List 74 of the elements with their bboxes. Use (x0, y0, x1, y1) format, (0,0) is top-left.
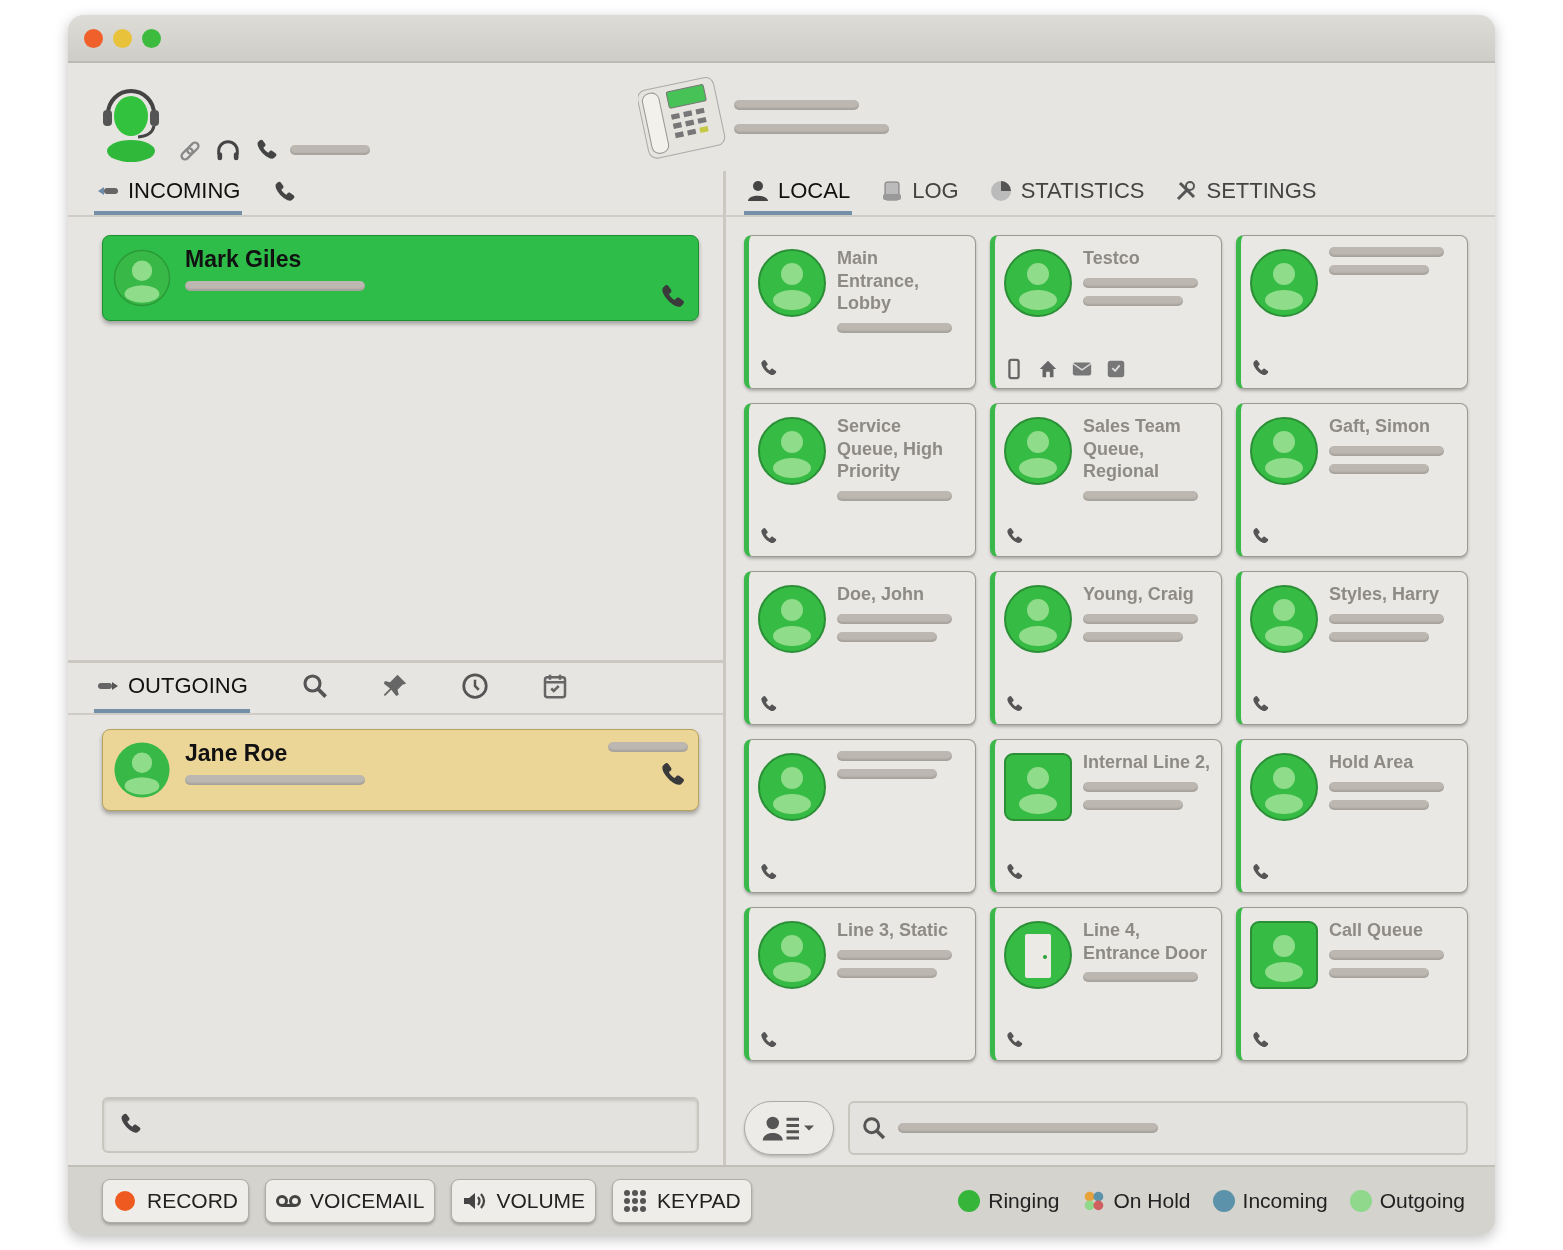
contact-tile[interactable]: Gaft, Simon (1236, 403, 1468, 557)
contact-avatar-icon (1003, 416, 1073, 486)
contact-avatar-icon (1249, 752, 1319, 822)
directory-tab[interactable]: STATISTICS (986, 171, 1147, 215)
contact-avatar-icon (757, 416, 827, 486)
contact-avatar-icon (1003, 248, 1073, 318)
dial-field[interactable] (102, 1097, 699, 1153)
contact-tile[interactable]: Line 3, Static (744, 907, 976, 1061)
contact-name: Young, Craig (1083, 583, 1195, 606)
contact-tile[interactable]: Doe, John (744, 571, 976, 725)
door-icon (1003, 920, 1073, 990)
contact-avatar-icon (1249, 584, 1319, 654)
contact-tile[interactable]: Internal Line 2, (990, 739, 1222, 893)
search-field[interactable] (848, 1101, 1468, 1155)
home-icon[interactable] (1037, 358, 1059, 380)
legend-label: Ringing (988, 1189, 1060, 1213)
contact-avatar-icon (757, 752, 827, 822)
contact-name: Line 4, Entrance Door (1083, 919, 1209, 964)
outgoing-call-card[interactable]: Jane Roe (102, 729, 699, 811)
avatar-icon (113, 249, 171, 307)
voicemail-button[interactable]: VOICEMAIL (265, 1179, 436, 1223)
contact-tile[interactable]: Main Entrance, Lobby (744, 235, 976, 389)
contact-name: Styles, Harry (1329, 583, 1441, 606)
contact-avatar-icon (1003, 584, 1073, 654)
contact-avatar-icon (757, 920, 827, 990)
contact-tile[interactable]: Line 4, Entrance Door (990, 907, 1222, 1061)
contact-name: Call Queue (1329, 919, 1425, 942)
contact-avatar-icon (757, 248, 827, 318)
keypad-button[interactable]: KEYPAD (612, 1179, 752, 1223)
incoming-tab[interactable]: INCOMING (94, 171, 243, 215)
caller-name: Mark Giles (185, 246, 303, 273)
contact-avatar-icon (1249, 248, 1319, 318)
avatar-icon (113, 741, 171, 799)
contact-tile[interactable] (1236, 235, 1468, 389)
contact-name: Hold Area (1329, 751, 1415, 774)
contact-tile[interactable]: Styles, Harry (1236, 571, 1468, 725)
contact-name: Service Queue, High Priority (837, 415, 944, 483)
contact-tile[interactable]: Sales Team Queue, Regional (990, 403, 1222, 557)
volume-button[interactable]: VOLUME (451, 1179, 597, 1223)
contact-avatar-icon (1249, 416, 1319, 486)
contact-name: Line 3, Static (837, 919, 950, 942)
incoming-arrow-icon (96, 185, 120, 197)
contact-name: Sales Team Queue, Regional (1083, 415, 1182, 483)
contact-filter-dropdown[interactable] (744, 1101, 834, 1155)
contact-name: Internal Line 2, (1083, 751, 1211, 774)
legend-label: On Hold (1113, 1189, 1191, 1213)
contact-name: Testco (1083, 247, 1141, 270)
contact-name: Gaft, Simon (1329, 415, 1431, 438)
contact-name: Doe, John (837, 583, 925, 606)
contact-avatar-icon (1249, 920, 1319, 990)
pie-icon (988, 179, 1013, 203)
legend-label: Outgoing (1379, 1189, 1465, 1213)
contact-tile[interactable]: Testco (990, 235, 1222, 389)
record-button[interactable]: RECORD (102, 1179, 249, 1223)
directory-tab[interactable]: LOCAL (744, 171, 853, 215)
contact-name: Main Entrance, Lobby (837, 247, 921, 315)
message-icon[interactable] (1105, 358, 1127, 380)
incoming-call-card[interactable]: Mark Giles (102, 235, 699, 321)
outgoing-arrow-icon (96, 680, 120, 692)
contact-avatar-icon (1003, 752, 1073, 822)
caller-name: Jane Roe (185, 740, 289, 767)
contact-tile[interactable]: Service Queue, High Priority (744, 403, 976, 557)
directory-tab[interactable]: SETTINGS (1172, 171, 1319, 215)
outgoing-tab[interactable]: OUTGOING (94, 663, 250, 713)
contact-avatar-icon (757, 584, 827, 654)
search-icon (860, 1114, 888, 1142)
contact-tile[interactable]: Young, Craig (990, 571, 1222, 725)
directory-tab[interactable]: LOG (878, 171, 961, 215)
contact-tile[interactable] (744, 739, 976, 893)
contact-tile[interactable]: Call Queue (1236, 907, 1468, 1061)
person-icon (746, 179, 770, 203)
clock-icon (459, 671, 490, 701)
contact-tile[interactable]: Hold Area (1236, 739, 1468, 893)
legend-label: Incoming (1242, 1189, 1328, 1213)
